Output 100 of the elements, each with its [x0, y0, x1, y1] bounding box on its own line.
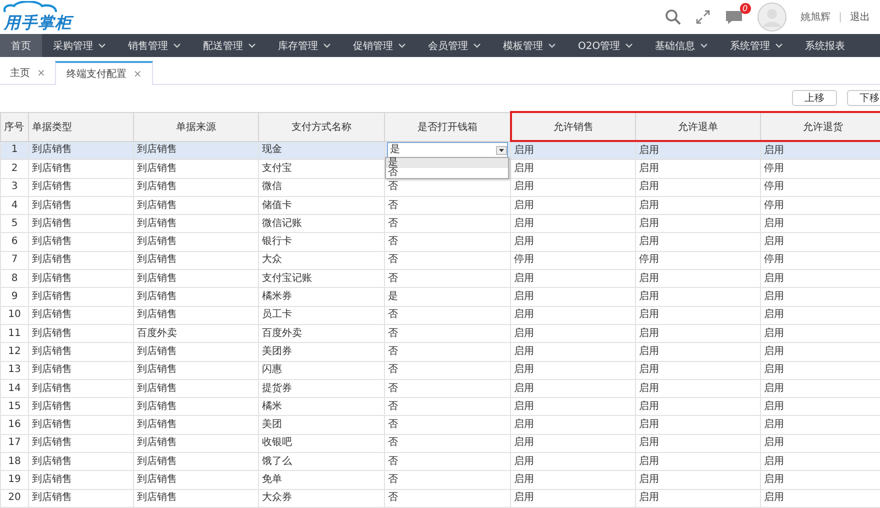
select-field[interactable]: 是 [387, 142, 508, 158]
table-cell: 启用 [636, 379, 760, 398]
table-cell: 到店销售 [28, 306, 134, 324]
table-cell: 到店销售 [134, 270, 258, 288]
table-cell: 启用 [636, 489, 760, 508]
nav-item[interactable]: 销售管理 [117, 34, 192, 57]
table-cell: 启用 [636, 452, 760, 471]
tab[interactable]: 终端支付配置 × [55, 61, 153, 85]
table-cell: 启用 [636, 178, 760, 196]
toolbar-button[interactable]: 下移 [847, 90, 880, 106]
table-row[interactable]: 11 到店销售 百度外卖 百度外卖 否 启用 启用 启用 [0, 324, 880, 343]
table-cell: 到店销售 [28, 416, 134, 434]
table-cell: 支付宝 [258, 160, 384, 178]
table-cell: 到店销售 [134, 416, 258, 434]
table-row[interactable]: 6 到店销售 到店销售 银行卡 否 启用 启用 启用 [0, 232, 880, 252]
table-cell: 启用 [636, 434, 760, 453]
table-cell: 启用 [636, 398, 760, 416]
table-cell: 到店销售 [28, 361, 134, 380]
table-row[interactable]: 15 到店销售 到店销售 橘米 否 启用 启用 启用 [0, 398, 880, 416]
table-cell: 启用 [760, 434, 880, 453]
nav-item[interactable]: 首页 [0, 34, 42, 57]
table-row[interactable]: 18 到店销售 到店销售 饿了么 否 启用 启用 启用 [0, 452, 880, 471]
table-cell: 否 [384, 452, 510, 471]
table-cell: 启用 [760, 489, 880, 508]
row-number: 6 [0, 232, 28, 252]
row-number: 18 [0, 452, 28, 471]
table-cell: 到店销售 [134, 379, 258, 398]
table-cell: 到店销售 [28, 452, 134, 471]
nav-item[interactable]: 配送管理 [192, 34, 267, 57]
table-cell: 到店销售 [134, 398, 258, 416]
nav-item[interactable]: 采购管理 [42, 34, 117, 57]
table-row[interactable]: 14 到店销售 到店销售 提货券 否 启用 启用 启用 [0, 379, 880, 398]
row-number: 20 [0, 489, 28, 508]
logo-text: 用手掌柜 [4, 13, 72, 32]
table-cell: 否 [384, 232, 510, 252]
table-cell: 启用 [510, 160, 636, 178]
table-cell: 启用 [510, 288, 636, 306]
notification-badge: 0 [740, 3, 751, 14]
table-cell: 否 [384, 361, 510, 380]
row-number: 9 [0, 288, 28, 306]
table-row[interactable]: 13 到店销售 到店销售 闪惠 否 启用 启用 启用 [0, 361, 880, 380]
table-cell: 否 [384, 270, 510, 288]
table-cell: 启用 [636, 232, 760, 252]
table-cell: 美团券 [258, 342, 384, 362]
table-cell: 否 [384, 398, 510, 416]
table-row[interactable]: 9 到店销售 到店销售 橘米券 是 启用 启用 启用 [0, 288, 880, 306]
table-row[interactable]: 10 到店销售 到店销售 员工卡 否 启用 启用 启用 [0, 306, 880, 324]
tab[interactable]: 主页 × [0, 62, 56, 84]
nav-item[interactable]: 系统管理 [719, 34, 794, 57]
search-icon[interactable] [664, 9, 681, 25]
nav-item[interactable]: O2O管理 [567, 34, 644, 57]
nav-item[interactable]: 模板管理 [492, 34, 567, 57]
table-row[interactable]: 16 到店销售 到店销售 美团 否 启用 启用 启用 [0, 416, 880, 434]
row-number: 5 [0, 214, 28, 233]
table-cell: 支付宝记账 [258, 270, 384, 288]
row-number: 1 [0, 141, 28, 160]
nav-item[interactable]: 会员管理 [417, 34, 492, 57]
nav-item[interactable]: 库存管理 [267, 34, 342, 57]
table-cell: 是 [384, 288, 510, 306]
table-row[interactable]: 3 到店销售 到店销售 微信 否 启用 启用 停用 [0, 178, 880, 196]
table-cell: 启用 [636, 416, 760, 434]
table-row[interactable]: 12 到店销售 到店销售 美团券 否 启用 启用 启用 [0, 342, 880, 362]
row-number: 13 [0, 361, 28, 380]
user-name[interactable]: 姚旭辉 [800, 10, 831, 24]
table-row[interactable]: 4 到店销售 到店销售 储值卡 否 启用 启用 停用 [0, 196, 880, 215]
table-cell: 提货券 [258, 379, 384, 398]
table-cell: 到店销售 [28, 470, 134, 490]
column-header: 单据来源 [134, 112, 258, 141]
table-row[interactable]: 5 到店销售 到店销售 微信记账 否 启用 启用 启用 [0, 214, 880, 233]
table-cell: 到店销售 [28, 232, 134, 252]
close-icon[interactable]: × [37, 68, 46, 78]
row-number: 11 [0, 324, 28, 343]
table-cell: 到店销售 [134, 470, 258, 490]
table-cell: 否 [384, 178, 510, 196]
nav-item[interactable]: 系统报表 [794, 34, 856, 57]
table-cell: 停用 [760, 251, 880, 270]
logout-link[interactable]: 退出 [850, 10, 870, 24]
table-cell: 大众 [258, 251, 384, 270]
dropdown-arrow-icon[interactable] [496, 146, 507, 155]
table-cell: 到店销售 [28, 398, 134, 416]
table-row[interactable]: 8 到店销售 到店销售 支付宝记账 否 启用 启用 启用 [0, 270, 880, 288]
table-cell: 到店销售 [134, 361, 258, 380]
table-cell: 启用 [510, 361, 636, 380]
table-cell: 到店销售 [134, 196, 258, 215]
table-row[interactable]: 17 到店销售 到店销售 收银吧 否 启用 启用 启用 [0, 434, 880, 453]
dropdown-option[interactable]: 是 [386, 158, 508, 168]
column-header: 支付方式名称 [258, 112, 384, 141]
nav-item[interactable]: 促销管理 [342, 34, 417, 57]
table-row[interactable]: 19 到店销售 到店销售 免单 否 启用 启用 启用 [0, 470, 880, 490]
table-row[interactable]: 7 到店销售 到店销售 大众 否 停用 停用 停用 [0, 251, 880, 270]
table-cell: 启用 [636, 214, 760, 233]
table-cell: 启用 [760, 452, 880, 471]
message-icon[interactable] [724, 9, 743, 25]
close-icon[interactable]: × [133, 68, 142, 80]
nav-item[interactable]: 基础信息 [644, 34, 720, 57]
fullscreen-icon[interactable] [694, 9, 711, 25]
table-cell: 启用 [510, 178, 636, 196]
row-number: 2 [0, 160, 28, 178]
table-row[interactable]: 20 到店销售 到店销售 大众券 否 启用 启用 启用 [0, 489, 880, 508]
toolbar-button[interactable]: 上移 [792, 90, 837, 106]
